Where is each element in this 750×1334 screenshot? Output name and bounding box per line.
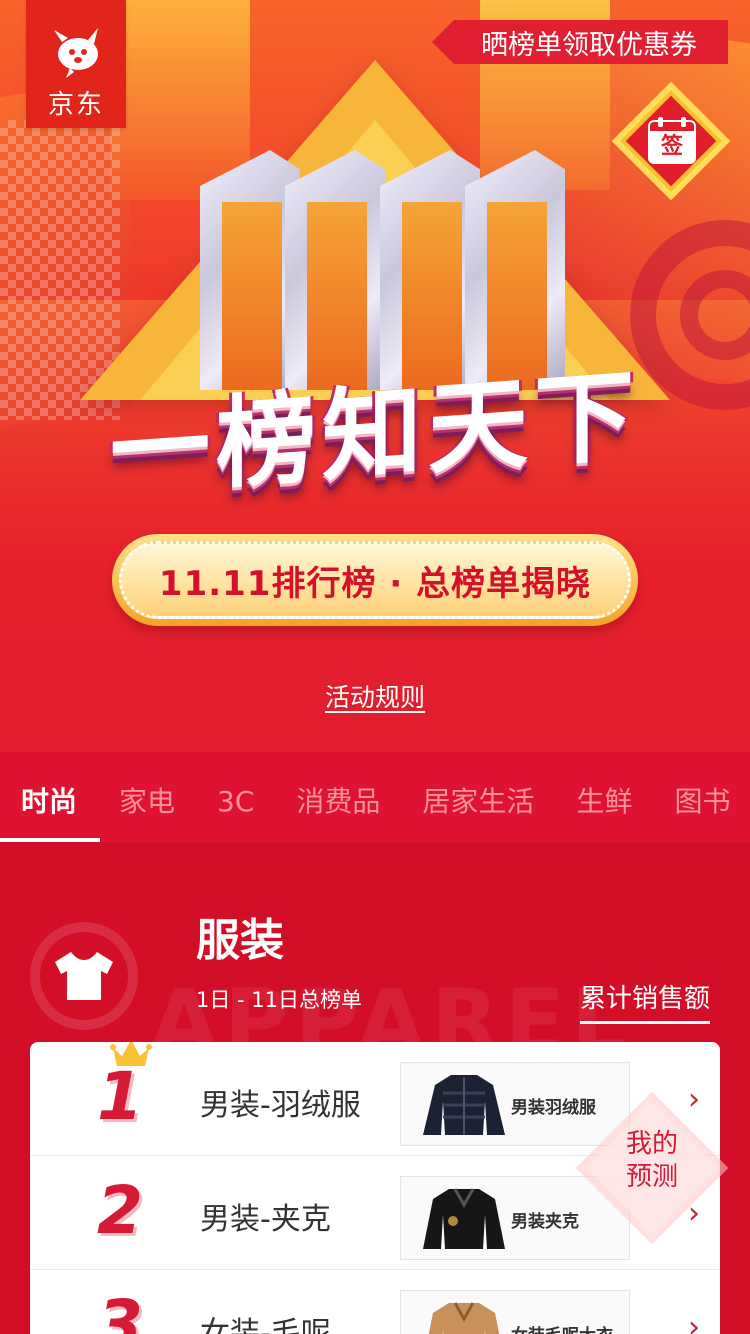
jd-dog-icon (54, 28, 98, 78)
tab-appliances[interactable]: 家电 (98, 752, 196, 842)
rank-number: 1 (97, 1058, 143, 1135)
tshirt-icon (50, 942, 118, 1010)
pill-inner: 11.11排行榜 · 总榜单揭晓 (119, 541, 631, 619)
ranking-item-name: 女装-毛呢 (200, 1316, 331, 1334)
share-coupon-button[interactable]: 晒榜单领取优惠券 (432, 20, 728, 64)
activity-rules-link[interactable]: 活动规则 (0, 678, 750, 714)
pill-text: 11.11排行榜 · 总榜单揭晓 (158, 563, 592, 604)
tab-consumer-goods[interactable]: 消费品 (275, 752, 401, 842)
category-tabs: 时尚 家电 3C 消费品 居家生活 生鲜 图书 (0, 752, 750, 842)
signin-button[interactable]: 签 (611, 81, 731, 201)
prediction-label-line1: 我的 (625, 1129, 678, 1159)
my-prediction-button[interactable]: 我的 预测 (586, 1102, 718, 1234)
tab-home-living[interactable]: 居家生活 (401, 752, 555, 842)
down-jacket-image (423, 1075, 505, 1135)
thumbnail-caption: 男装夹克 (511, 1212, 579, 1232)
tab-fashion[interactable]: 时尚 (0, 752, 101, 842)
ranking-announce-pill: 11.11排行榜 · 总榜单揭晓 (112, 534, 638, 626)
prediction-label: 我的 预测 (586, 1128, 718, 1194)
thumbnail-caption: 女装毛呢大衣 (511, 1321, 613, 1334)
category-section: APPAREL 服装 1日 - 11日总榜单 累计销售额 1 男装-羽绒服 男装… (0, 842, 750, 1334)
tab-3c[interactable]: 3C (196, 752, 275, 842)
signin-label: 签 (660, 134, 683, 159)
prediction-label-line2: 预测 (625, 1162, 678, 1192)
jd-brand-text: 京东 (47, 90, 104, 120)
wool-coat-image (428, 1302, 500, 1334)
category-date-range: 1日 - 11日总榜单 (196, 988, 363, 1012)
jd-logo[interactable]: 京东 (26, 0, 126, 128)
rank-number: 3 (97, 1286, 143, 1334)
rank-number: 2 (97, 1172, 143, 1249)
tab-books[interactable]: 图书 (653, 752, 750, 842)
ranking-row[interactable]: 3 女装-毛呢 女装毛呢大衣 › (30, 1270, 720, 1334)
category-title: 服装 (196, 915, 284, 966)
thumbnail-caption: 男装羽绒服 (511, 1098, 596, 1118)
ranking-item-name: 男装-夹克 (200, 1202, 331, 1237)
ranking-item-name: 男装-羽绒服 (200, 1088, 361, 1123)
product-thumbnail[interactable]: 女装毛呢大衣 (400, 1290, 630, 1334)
tab-fresh[interactable]: 生鲜 (555, 752, 653, 842)
chevron-right-icon: › (688, 1310, 700, 1334)
leather-jacket-image (423, 1188, 505, 1249)
sort-metric-selector[interactable]: 累计销售额 (580, 978, 711, 1024)
